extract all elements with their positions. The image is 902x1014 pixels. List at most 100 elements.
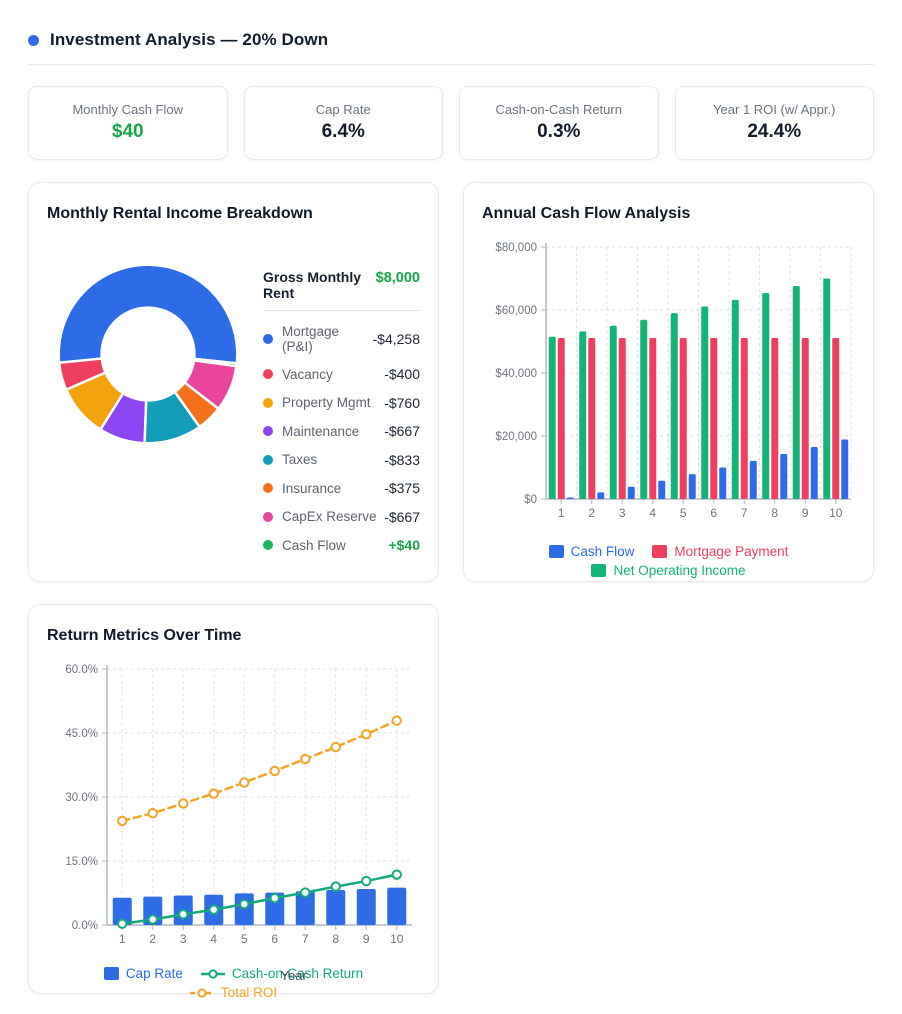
point-total-roi-year-5[interactable]	[240, 778, 248, 786]
point-total-roi-year-6[interactable]	[271, 767, 279, 775]
bar-net-operating-income-year-2[interactable]	[579, 331, 586, 499]
legend-text: Mortgage Payment	[674, 544, 788, 559]
legend-value: -$400	[384, 366, 420, 382]
legend-row-insurance: Insurance-$375	[263, 480, 420, 496]
point-total-roi-year-4[interactable]	[210, 789, 218, 797]
point-cash-on-cash-return-year-6[interactable]	[271, 894, 279, 902]
legend-item-mortgage-payment[interactable]: Mortgage Payment	[652, 544, 788, 559]
kpi-label: Year 1 ROI (w/ Appr.)	[682, 102, 868, 117]
bar-cap-rate-year-10[interactable]	[387, 888, 406, 925]
bar-mortgage-payment-year-6[interactable]	[710, 338, 717, 499]
bar-cash-flow-year-10[interactable]	[841, 439, 848, 499]
bar-mortgage-payment-year-4[interactable]	[649, 338, 656, 499]
bar-cash-flow-year-3[interactable]	[628, 487, 635, 499]
point-cash-on-cash-return-year-8[interactable]	[332, 882, 340, 890]
card-title: Return Metrics Over Time	[45, 621, 422, 645]
xtick-label: 5	[680, 506, 687, 520]
point-cash-on-cash-return-year-9[interactable]	[362, 877, 370, 885]
bar-cash-flow-year-8[interactable]	[780, 454, 787, 499]
legend-item-net-operating-income[interactable]: Net Operating Income	[591, 563, 745, 578]
bar-net-operating-income-year-3[interactable]	[610, 326, 617, 499]
donut-legend: Gross Monthly Rent $8,000 Mortgage (P&I)…	[263, 269, 422, 553]
cash-flow-color-dot-icon	[263, 540, 273, 550]
bar-net-operating-income-year-5[interactable]	[671, 313, 678, 499]
insurance-color-dot-icon	[263, 483, 273, 493]
bar-mortgage-payment-year-9[interactable]	[802, 338, 809, 499]
bar-cash-flow-year-4[interactable]	[658, 481, 665, 499]
legend-row-taxes: Taxes-$833	[263, 452, 420, 468]
maintenance-color-dot-icon	[263, 426, 273, 436]
capex-reserve-color-dot-icon	[263, 512, 273, 522]
point-total-roi-year-1[interactable]	[118, 817, 126, 825]
point-total-roi-year-2[interactable]	[149, 809, 157, 817]
point-total-roi-year-7[interactable]	[301, 755, 309, 763]
annual-chart-legend: Cash Flow Mortgage Payment Net Operating I…	[504, 544, 834, 578]
kpi-label: Cap Rate	[251, 102, 437, 117]
bar-cash-flow-year-2[interactable]	[597, 492, 604, 499]
bar-cash-flow-year-6[interactable]	[719, 468, 726, 500]
kpi-row: Monthly Cash Flow $40 Cap Rate 6.4% Cash…	[28, 86, 874, 160]
bar-net-operating-income-year-10[interactable]	[823, 279, 830, 500]
net-operating-income-swatch-icon	[591, 564, 606, 577]
bar-net-operating-income-year-1[interactable]	[549, 337, 556, 499]
point-cash-on-cash-return-year-4[interactable]	[210, 905, 218, 913]
xtick-label: 9	[802, 506, 809, 520]
bar-net-operating-income-year-7[interactable]	[732, 300, 739, 499]
legend-row-mortgage-p-i: Mortgage (P&I)-$4,258	[263, 324, 420, 354]
bar-net-operating-income-year-8[interactable]	[762, 293, 769, 499]
ytick-label: 60.0%	[65, 664, 98, 676]
bar-cash-flow-year-1[interactable]	[567, 497, 574, 499]
point-cash-on-cash-return-year-2[interactable]	[149, 915, 157, 923]
bar-mortgage-payment-year-2[interactable]	[588, 338, 595, 499]
bar-cap-rate-year-9[interactable]	[357, 889, 376, 925]
bar-net-operating-income-year-4[interactable]	[640, 320, 647, 499]
kpi-label: Monthly Cash Flow	[35, 102, 221, 117]
xtick-label: 7	[741, 506, 748, 520]
bar-net-operating-income-year-6[interactable]	[701, 307, 708, 499]
bar-cash-flow-year-5[interactable]	[689, 474, 696, 499]
ytick-label: $0	[524, 494, 537, 506]
point-cash-on-cash-return-year-1[interactable]	[118, 920, 126, 928]
donut-slice-mortgage-p-i[interactable]	[59, 265, 238, 364]
cash-on-cash-return-line-marker-icon	[201, 968, 225, 980]
accent-dot-icon	[28, 35, 39, 46]
legend-label: CapEx Reserve	[282, 509, 384, 524]
bar-net-operating-income-year-9[interactable]	[793, 286, 800, 499]
returns-chart-legend: Cap RateCash-on-Cash ReturnTotal ROIYear	[69, 966, 399, 1000]
kpi-value: 0.3%	[466, 121, 652, 143]
donut-chart	[45, 251, 251, 457]
bar-mortgage-payment-year-8[interactable]	[771, 338, 778, 499]
bar-cash-flow-year-7[interactable]	[750, 461, 757, 499]
point-total-roi-year-8[interactable]	[332, 743, 340, 751]
point-total-roi-year-3[interactable]	[179, 799, 187, 807]
ytick-label: 15.0%	[65, 856, 98, 868]
point-cash-on-cash-return-year-3[interactable]	[179, 910, 187, 918]
xtick-label: 1	[558, 506, 565, 520]
legend-label: Cash Flow	[282, 538, 388, 553]
legend-text: Cash Flow	[571, 544, 635, 559]
ytick-label: $40,000	[495, 368, 537, 380]
mortgage-payment-swatch-icon	[652, 545, 667, 558]
bar-cash-flow-year-9[interactable]	[811, 447, 818, 499]
point-total-roi-year-9[interactable]	[362, 730, 370, 738]
legend-item-cash-flow[interactable]: Cash Flow	[549, 544, 635, 559]
bar-mortgage-payment-year-1[interactable]	[558, 338, 565, 499]
bar-mortgage-payment-year-10[interactable]	[832, 338, 839, 499]
kpi-value: 24.4%	[682, 121, 868, 143]
bar-mortgage-payment-year-3[interactable]	[619, 338, 626, 499]
kpi-card-cash-on-cash-return: Cash-on-Cash Return 0.3%	[459, 86, 659, 160]
point-cash-on-cash-return-year-7[interactable]	[301, 888, 309, 896]
xtick-label: 10	[390, 932, 404, 946]
legend-item-total-roi[interactable]: Total ROI	[190, 985, 277, 1000]
xtick-label: 3	[619, 506, 626, 520]
point-cash-on-cash-return-year-5[interactable]	[240, 900, 248, 908]
bar-cap-rate-year-8[interactable]	[326, 890, 345, 925]
point-cash-on-cash-return-year-10[interactable]	[393, 870, 401, 878]
ytick-label: $20,000	[495, 431, 537, 443]
donut-content: Gross Monthly Rent $8,000 Mortgage (P&I)…	[45, 251, 422, 553]
point-total-roi-year-10[interactable]	[393, 716, 401, 724]
bar-mortgage-payment-year-5[interactable]	[680, 338, 687, 499]
bar-mortgage-payment-year-7[interactable]	[741, 338, 748, 499]
legend-item-cap-rate[interactable]: Cap Rate	[104, 966, 183, 981]
page-title: Investment Analysis — 20% Down	[50, 30, 328, 50]
